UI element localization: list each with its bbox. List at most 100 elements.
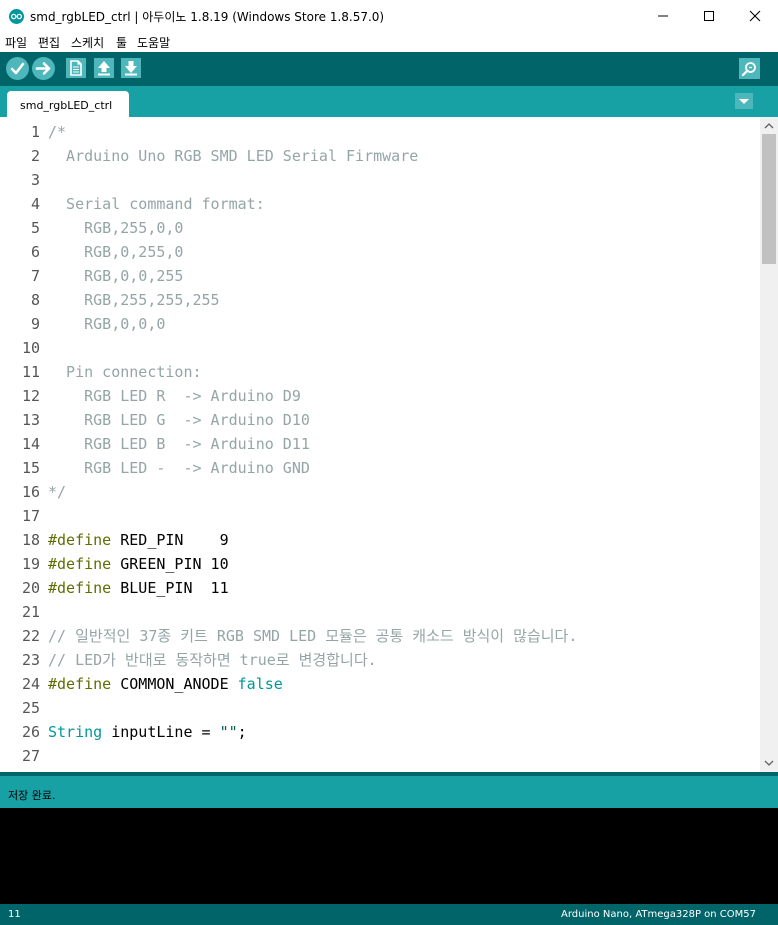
- footer-bar: 11 Arduino Nano, ATmega328P on COM57: [0, 904, 778, 925]
- line-number: 9: [30, 315, 40, 333]
- code-line[interactable]: Pin connection:: [48, 360, 201, 384]
- code-line[interactable]: // LED가 반대로 동작하면 true로 변경합니다.: [48, 648, 377, 672]
- code-token: RGB,0,255,0: [48, 243, 184, 261]
- serial-monitor-button[interactable]: [739, 58, 760, 79]
- maximize-button[interactable]: [686, 0, 732, 32]
- code-token: String: [48, 723, 103, 741]
- verify-icon: [10, 62, 25, 75]
- code-line[interactable]: RGB LED G -> Arduino D10: [48, 408, 310, 432]
- tab-smd-rgbled-ctrl[interactable]: smd_rgbLED_ctrl: [7, 91, 129, 117]
- code-token: /*: [48, 123, 67, 141]
- new-file-icon: [70, 60, 82, 76]
- window-title: smd_rgbLED_ctrl | 아두이노 1.8.19 (Windows S…: [30, 10, 385, 24]
- line-number: 16: [21, 483, 40, 501]
- code-line[interactable]: /*: [48, 120, 66, 144]
- serial-monitor-icon: [741, 62, 756, 77]
- line-number: 10: [21, 339, 40, 357]
- code-line[interactable]: RGB LED B -> Arduino D11: [48, 432, 310, 456]
- code-token: // LED가 반대로 동작하면 true로 변경합니다.: [48, 651, 377, 669]
- code-line[interactable]: Serial command format:: [48, 192, 265, 216]
- code-token: COMMON_ANODE: [111, 675, 238, 693]
- verify-button[interactable]: [6, 57, 29, 80]
- line-number: 13: [21, 411, 40, 429]
- line-number: 19: [21, 555, 40, 573]
- line-number: 12: [21, 387, 40, 405]
- line-number: 14: [21, 435, 40, 453]
- scroll-up-button[interactable]: [760, 117, 778, 134]
- code-line[interactable]: #define GREEN_PIN 10: [48, 552, 229, 576]
- line-number: 6: [30, 243, 40, 261]
- close-button[interactable]: [732, 0, 778, 32]
- line-number: 11: [21, 363, 40, 381]
- code-line[interactable]: #define RED_PIN 9: [48, 528, 229, 552]
- code-token: RGB LED G -> Arduino D10: [48, 411, 310, 429]
- chevron-down-icon: [764, 760, 774, 766]
- line-number: 17: [21, 507, 40, 525]
- code-token: Arduino Uno RGB SMD LED Serial Firmware: [48, 147, 419, 165]
- code-token: RGB,255,255,255: [48, 291, 220, 309]
- minimize-button[interactable]: [640, 0, 686, 32]
- line-number: 8: [30, 291, 40, 309]
- code-line[interactable]: Arduino Uno RGB SMD LED Serial Firmware: [48, 144, 418, 168]
- line-number: 2: [30, 147, 40, 165]
- line-number: 3: [30, 171, 40, 189]
- code-line[interactable]: RGB,0,255,0: [48, 240, 183, 264]
- toolbar: [0, 52, 778, 86]
- scroll-thumb[interactable]: [762, 134, 776, 264]
- code-line[interactable]: RGB,0,0,0: [48, 312, 165, 336]
- line-number: 25: [21, 699, 40, 717]
- upload-button[interactable]: [32, 57, 55, 80]
- code-token: RGB LED - -> Arduino GND: [48, 459, 310, 477]
- open-sketch-button[interactable]: [94, 58, 114, 78]
- console-output[interactable]: [0, 808, 778, 904]
- line-number: 7: [30, 267, 40, 285]
- menu-tools[interactable]: 툴: [116, 34, 127, 51]
- code-line[interactable]: #define BLUE_PIN 11: [48, 576, 229, 600]
- chevron-down-icon: [739, 99, 749, 104]
- code-token: ;: [237, 723, 247, 741]
- code-line[interactable]: RGB,0,0,255: [48, 264, 183, 288]
- code-line[interactable]: */: [48, 480, 66, 504]
- tab-menu-button[interactable]: [735, 93, 753, 109]
- code-line[interactable]: RGB LED R -> Arduino D9: [48, 384, 301, 408]
- code-line[interactable]: RGB LED - -> Arduino GND: [48, 456, 310, 480]
- code-line[interactable]: #define COMMON_ANODE false: [48, 672, 283, 696]
- line-number: 24: [21, 675, 40, 693]
- code-line[interactable]: // 일반적인 37종 키트 RGB SMD LED 모듈은 공통 캐소드 방식…: [48, 624, 577, 648]
- save-sketch-button[interactable]: [121, 58, 141, 78]
- code-line[interactable]: String inputLine = "";: [48, 720, 247, 744]
- line-number: 27: [21, 747, 40, 765]
- code-token: "": [219, 723, 238, 741]
- code-token: */: [48, 483, 67, 501]
- upload-arrow-icon: [35, 62, 51, 75]
- code-token: RED_PIN 9: [111, 531, 229, 549]
- code-token: BLUE_PIN 11: [111, 579, 229, 597]
- status-message: 저장 완료.: [8, 789, 56, 802]
- chevron-up-icon: [764, 123, 774, 129]
- line-number: 18: [21, 531, 40, 549]
- current-line-number: 11: [8, 909, 21, 920]
- code-token: GREEN_PIN 10: [111, 555, 229, 573]
- menu-sketch[interactable]: 스케치: [71, 34, 104, 51]
- menu-help[interactable]: 도움말: [137, 34, 170, 51]
- open-arrow-up-icon: [98, 61, 110, 76]
- code-line[interactable]: RGB,255,0,0: [48, 216, 183, 240]
- code-token: RGB,0,0,255: [48, 267, 184, 285]
- line-number: 23: [21, 651, 40, 669]
- code-token: false: [237, 675, 283, 693]
- line-number: 5: [30, 219, 40, 237]
- code-token: #define: [48, 531, 112, 549]
- code-token: RGB LED R -> Arduino D9: [48, 387, 301, 405]
- new-sketch-button[interactable]: [66, 58, 86, 78]
- code-line[interactable]: RGB,255,255,255: [48, 288, 220, 312]
- editor-vertical-scrollbar[interactable]: [760, 117, 778, 772]
- line-number: 21: [21, 603, 40, 621]
- line-number: 20: [21, 579, 40, 597]
- code-token: RGB,255,0,0: [48, 219, 184, 237]
- code-token: #define: [48, 555, 112, 573]
- scroll-down-button[interactable]: [760, 755, 778, 772]
- menu-edit[interactable]: 편집: [38, 34, 60, 51]
- menu-file[interactable]: 파일: [5, 34, 27, 51]
- line-number: 15: [21, 459, 40, 477]
- code-editor[interactable]: 1 2 3 4 5 6 7 8 9 10 11 12 13 14 15 16 17 18 19 20 21 22 23 24 2…: [0, 117, 760, 772]
